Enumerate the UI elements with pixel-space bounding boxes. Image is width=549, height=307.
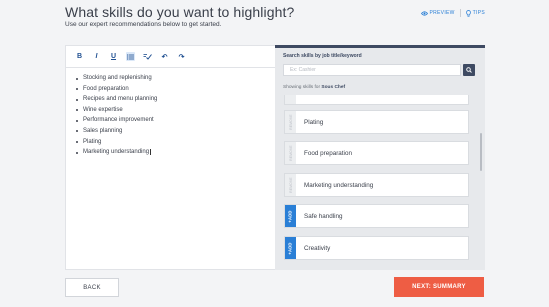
- preview-link[interactable]: PREVIEW: [420, 10, 455, 16]
- eye-icon: [420, 10, 428, 16]
- redo-button[interactable]: ↷: [177, 52, 186, 61]
- italic-button[interactable]: I: [92, 52, 101, 61]
- bullet-list-button[interactable]: [126, 52, 135, 61]
- spellcheck-button[interactable]: [143, 52, 152, 61]
- remove-tab: REMOVE: [285, 174, 296, 196]
- bold-button[interactable]: B: [75, 52, 84, 61]
- skills-suggestions-panel: Search skills by job title/keyword Ex: C…: [275, 45, 485, 270]
- search-button[interactable]: [463, 64, 475, 76]
- underline-button[interactable]: U: [109, 52, 118, 61]
- skills-panel: B I U ↶ ↷ Stocking and replenishing Food…: [65, 45, 485, 270]
- add-tab[interactable]: +ADD: [285, 205, 296, 227]
- skill-label: Plating: [304, 118, 324, 126]
- list-item: Plating: [76, 137, 275, 148]
- search-input[interactable]: Ex: Cashier: [283, 64, 461, 76]
- showing-skills-text: Showing skills for Sous Chef: [283, 85, 345, 90]
- editor-toolbar: B I U ↶ ↷: [66, 46, 275, 68]
- lightbulb-icon: [465, 9, 471, 17]
- scrollbar-thumb[interactable]: [480, 133, 482, 171]
- preview-label: PREVIEW: [429, 10, 455, 16]
- skill-card-partial[interactable]: [284, 95, 469, 105]
- page-subtitle: Use our expert recommendations below to …: [65, 21, 222, 28]
- skills-editor: B I U ↶ ↷ Stocking and replenishing Food…: [66, 46, 275, 269]
- text-cursor: [149, 148, 151, 155]
- spellcheck-icon: [143, 54, 152, 60]
- top-links: PREVIEW TIPS: [420, 9, 486, 17]
- list-item: Recipes and menu planning: [76, 94, 275, 105]
- skill-card[interactable]: REMOVE Marketing understanding: [284, 173, 469, 197]
- search-icon: [466, 67, 472, 73]
- back-button[interactable]: BACK: [65, 278, 119, 297]
- list-item: Performance improvement: [76, 115, 275, 126]
- list-item: Stocking and replenishing: [76, 73, 275, 84]
- next-summary-button[interactable]: NEXT: SUMMARY: [394, 277, 484, 297]
- skill-card[interactable]: +ADD Safe handling: [284, 204, 469, 228]
- tips-label: TIPS: [472, 10, 485, 16]
- skill-card[interactable]: REMOVE Plating: [284, 110, 469, 134]
- skill-label: Creativity: [304, 244, 331, 252]
- search-label: Search skills by job title/keyword: [283, 53, 362, 59]
- skill-card[interactable]: REMOVE Food preparation: [284, 141, 469, 165]
- showing-prefix: Showing skills for: [283, 85, 321, 90]
- bullet-list-icon: [127, 53, 134, 60]
- list-item: Food preparation: [76, 84, 275, 95]
- list-item-text: Marketing understanding: [83, 149, 150, 156]
- skill-card[interactable]: +ADD Creativity: [284, 236, 469, 260]
- skills-list[interactable]: Stocking and replenishing Food preparati…: [66, 68, 275, 158]
- page-title: What skills do you want to highlight?: [65, 4, 295, 20]
- tips-link[interactable]: TIPS: [465, 9, 485, 17]
- add-tab[interactable]: +ADD: [285, 237, 296, 259]
- skill-label: Marketing understanding: [304, 181, 374, 189]
- list-item: Wine expertise: [76, 105, 275, 116]
- remove-tab: REMOVE: [285, 142, 296, 164]
- job-title: Sous Chef: [321, 85, 346, 90]
- skill-cards: REMOVE Plating REMOVE Food preparation R…: [284, 95, 479, 270]
- divider: [459, 9, 461, 17]
- list-item: Sales planning: [76, 126, 275, 137]
- skill-label: Safe handling: [304, 212, 343, 220]
- skill-label: Food preparation: [304, 149, 352, 157]
- remove-tab: [285, 95, 296, 104]
- list-item: Marketing understanding: [76, 147, 275, 158]
- remove-tab: REMOVE: [285, 111, 296, 133]
- undo-button[interactable]: ↶: [160, 52, 169, 61]
